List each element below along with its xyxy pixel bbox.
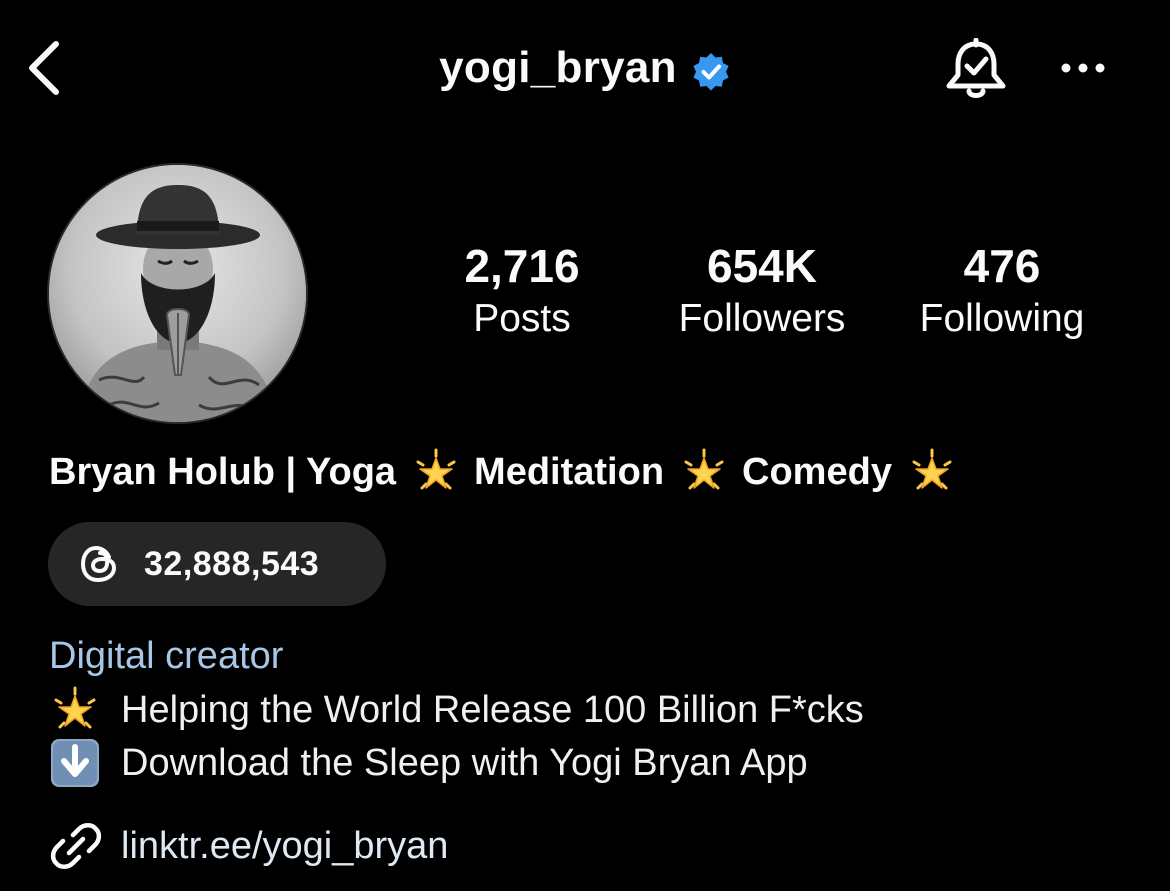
name-part: Bryan Holub | Yoga bbox=[49, 450, 397, 493]
notification-bell-icon bbox=[946, 37, 1006, 98]
glowing-star-icon bbox=[684, 448, 724, 490]
name-part: Comedy bbox=[742, 450, 892, 493]
posts-count: 2,716 bbox=[464, 240, 580, 292]
verified-badge-icon bbox=[693, 53, 729, 91]
chevron-left-icon bbox=[29, 41, 59, 95]
threads-count: 32,888,543 bbox=[144, 544, 320, 583]
followers-label: Followers bbox=[678, 297, 846, 340]
profile-category: Digital creator bbox=[49, 635, 284, 677]
profile-avatar[interactable] bbox=[49, 165, 306, 422]
glowing-star-icon bbox=[416, 448, 456, 490]
profile-photo bbox=[49, 165, 306, 422]
bio-text: Helping the World Release 100 Billion F*… bbox=[121, 688, 864, 731]
profile-link[interactable]: linktr.ee/yogi_bryan bbox=[49, 818, 448, 874]
profile-username: yogi_bryan bbox=[439, 43, 677, 92]
posts-label: Posts bbox=[473, 297, 571, 340]
bio-text: Download the Sleep with Yogi Bryan App bbox=[121, 741, 808, 784]
link-icon bbox=[50, 823, 102, 869]
bio-line: Download the Sleep with Yogi Bryan App bbox=[49, 737, 808, 789]
notifications-button[interactable] bbox=[938, 37, 1014, 104]
profile-display-name: Bryan Holub | Yoga Meditation Comedy bbox=[49, 442, 970, 502]
threads-badge[interactable]: 32,888,543 bbox=[48, 522, 386, 606]
back-button[interactable] bbox=[22, 36, 68, 100]
glowing-star-icon bbox=[54, 686, 96, 729]
followers-count: 654K bbox=[707, 240, 817, 292]
stat-posts[interactable]: 2,716 Posts bbox=[417, 238, 627, 344]
down-arrow-icon bbox=[51, 739, 99, 787]
stat-followers[interactable]: 654K Followers bbox=[657, 238, 867, 344]
more-options-button[interactable] bbox=[1056, 48, 1116, 88]
bio-line: Helping the World Release 100 Billion F*… bbox=[49, 684, 864, 736]
following-label: Following bbox=[919, 297, 1085, 340]
threads-icon bbox=[80, 545, 117, 583]
name-part: Meditation bbox=[474, 450, 665, 493]
glowing-star-icon bbox=[912, 448, 952, 490]
more-horizontal-icon bbox=[1061, 63, 1105, 73]
link-text: linktr.ee/yogi_bryan bbox=[121, 824, 449, 867]
stat-following[interactable]: 476 Following bbox=[897, 238, 1107, 344]
following-count: 476 bbox=[963, 240, 1041, 292]
